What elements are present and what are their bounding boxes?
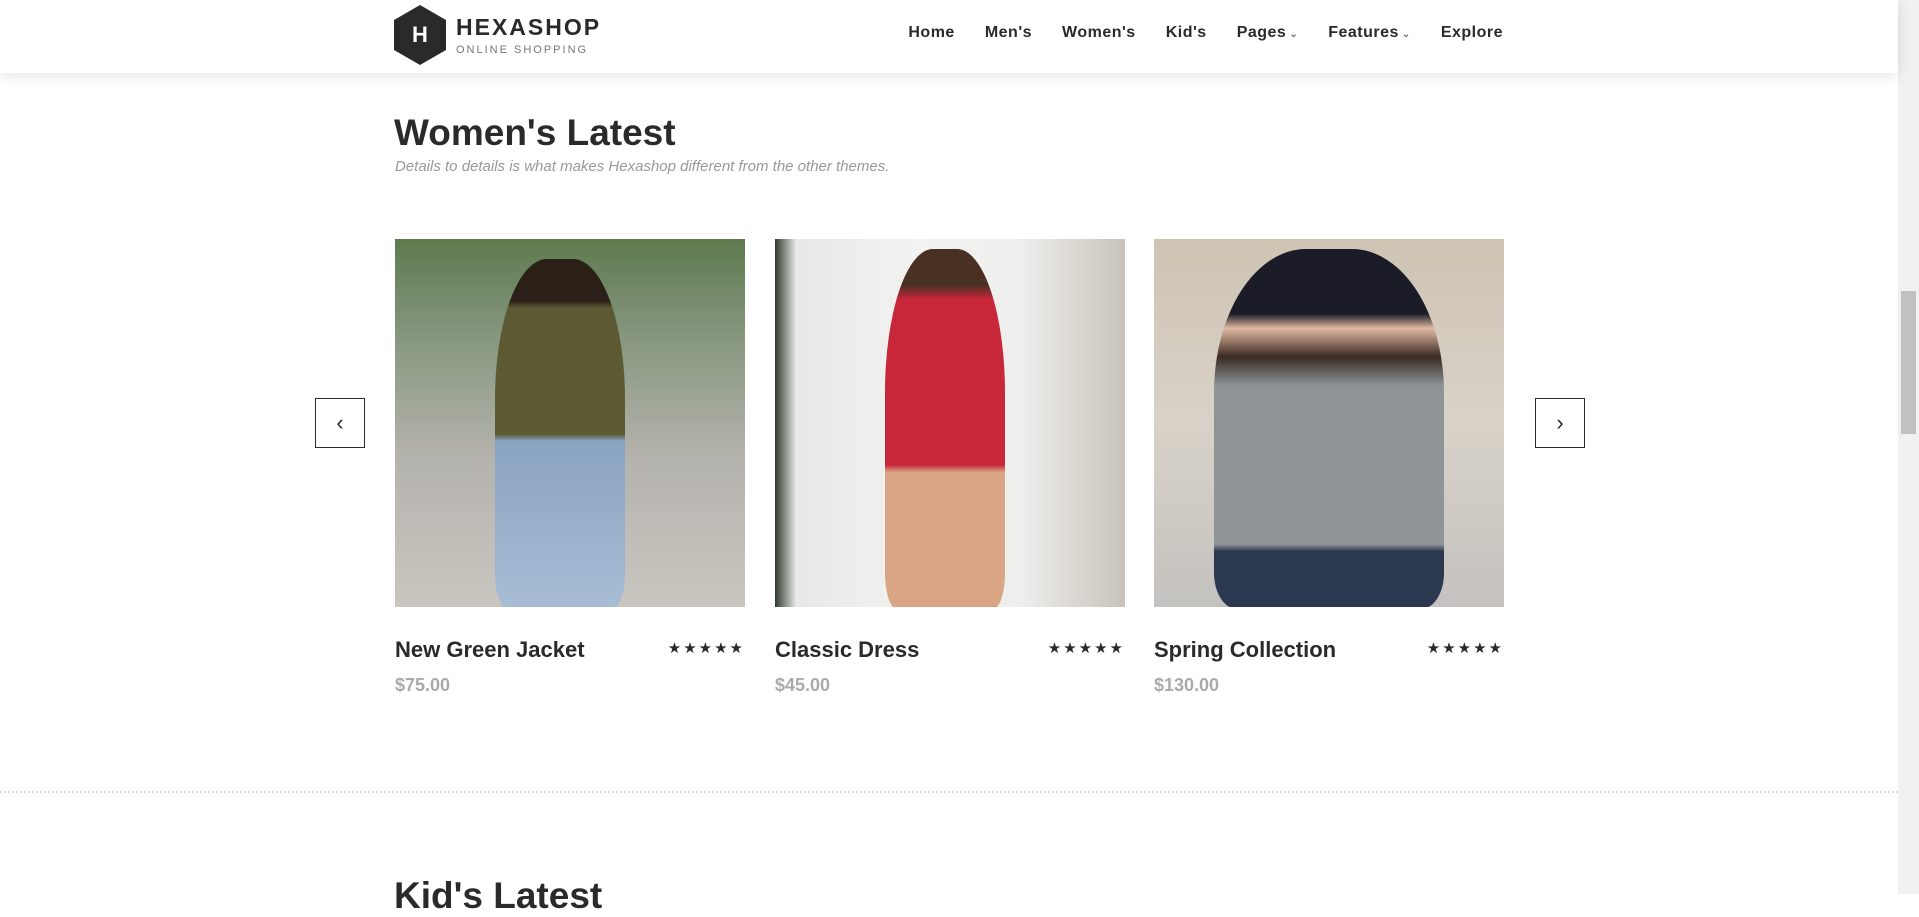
scrollbar-thumb[interactable] (1901, 291, 1916, 434)
logo-hexagon-icon: H (394, 5, 446, 65)
nav-explore[interactable]: Explore (1441, 24, 1503, 42)
main-nav: Home Men's Women's Kid's Pages ⌄ Features… (908, 24, 1503, 42)
product-price: $75.00 (395, 675, 451, 695)
chevron-left-icon: ‹ (336, 410, 344, 435)
product-price: $45.00 (775, 675, 831, 695)
brand-tagline: ONLINE SHOPPING (456, 44, 589, 56)
nav-kids[interactable]: Kid's (1166, 24, 1207, 42)
chevron-right-icon: › (1556, 410, 1564, 435)
nav-pages-label: Pages (1236, 24, 1287, 41)
site-header: H HEXASHOP ONLINE SHOPPING Home Men's Wo… (0, 0, 1898, 73)
product-name[interactable]: Spring Collection (1154, 637, 1336, 663)
product-name[interactable]: Classic Dress (775, 637, 919, 663)
scrollbar[interactable] (1898, 0, 1919, 894)
nav-home[interactable]: Home (908, 24, 954, 42)
nav-mens[interactable]: Men's (985, 24, 1032, 42)
carousel-next-button[interactable]: › (1535, 398, 1585, 448)
rating-stars-icon: ★★★★★ (1047, 640, 1125, 657)
product-card[interactable]: New Green Jacket ★★★★★ $75.00 (395, 239, 745, 695)
nav-pages[interactable]: Pages ⌄ (1237, 24, 1299, 42)
next-section-title: Kid's Latest (394, 875, 603, 916)
product-image[interactable] (1154, 239, 1504, 607)
carousel-prev-button[interactable]: ‹ (315, 398, 365, 448)
chevron-down-icon: ⌄ (1289, 29, 1299, 40)
chevron-down-icon: ⌄ (1401, 29, 1411, 40)
nav-features[interactable]: Features ⌄ (1328, 24, 1411, 42)
product-name[interactable]: New Green Jacket (395, 637, 585, 663)
product-price: $130.00 (1154, 675, 1220, 695)
logo[interactable]: H HEXASHOP ONLINE SHOPPING (394, 5, 601, 65)
nav-womens[interactable]: Women's (1062, 24, 1136, 42)
section-subtitle: Details to details is what makes Hexasho… (395, 158, 890, 175)
product-image[interactable] (395, 239, 745, 607)
product-image[interactable] (775, 239, 1125, 607)
product-card[interactable]: Spring Collection ★★★★★ $130.00 (1154, 239, 1504, 695)
rating-stars-icon: ★★★★★ (1426, 640, 1504, 657)
nav-features-label: Features (1328, 24, 1399, 41)
rating-stars-icon: ★★★★★ (667, 640, 745, 657)
brand-name: HEXASHOP (456, 14, 602, 40)
section-divider (0, 791, 1898, 793)
product-card[interactable]: Classic Dress ★★★★★ $45.00 (775, 239, 1125, 695)
section-title: Women's Latest (394, 112, 676, 153)
